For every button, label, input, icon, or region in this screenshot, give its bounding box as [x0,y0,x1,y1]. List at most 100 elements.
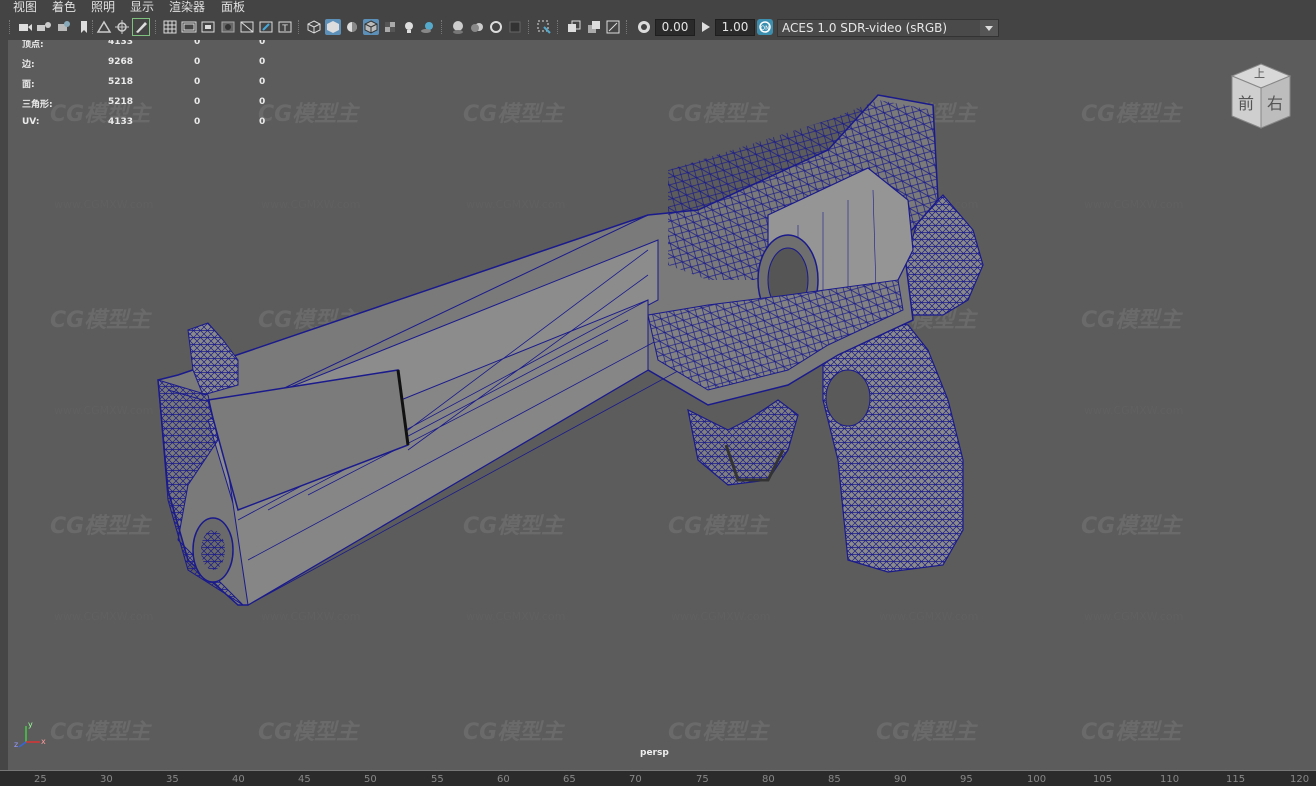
film-gate-icon[interactable] [181,19,197,35]
stat-label: 顶点: [22,40,44,50]
stat-value: 9268 [108,57,134,67]
toolbar-separator [626,20,629,34]
menu-bar: 视图 着色 照明 显示 渲染器 面板 [0,0,1316,14]
resolution-gate-icon[interactable] [200,19,216,35]
grease-pencil-icon[interactable] [114,19,130,35]
stat-value: 0 [194,117,201,127]
stat-row-triangles: 三角形: 5218 0 0 [22,97,322,111]
wireframe-on-shaded-icon[interactable] [363,19,379,35]
view-transform-dropdown[interactable]: ACES 1.0 SDR-video (sRGB) [777,19,999,37]
axis-z-label: z [14,740,19,749]
ruler-tick: 60 [497,774,510,785]
stat-value: 4133 [108,40,134,47]
exposure-icon[interactable] [636,19,652,35]
bookmark-camera-icon[interactable] [56,19,72,35]
stat-label: 面: [22,80,35,90]
stat-value: 0 [194,77,201,87]
3d-viewport[interactable]: CG模型主 CG模型主 CG模型主 CG模型主 CG模型主 CG模型主 CG模型… [8,40,1316,770]
default-material-icon[interactable] [344,19,360,35]
ruler-tick: 115 [1226,774,1246,785]
stat-value: 0 [259,40,266,47]
stat-value: 0 [194,97,201,107]
chevron-down-icon[interactable] [980,20,998,36]
viewport-toolbar: T 0.00 1.00 ON ACES 1.0 SDR-video (sRGB) [0,14,1316,41]
toolbar-separator [441,20,444,34]
stat-row-vertices: 顶点: 4133 0 0 [22,40,322,51]
gamma-icon[interactable] [698,19,714,35]
time-slider-ruler[interactable]: 25 30 35 40 45 50 55 60 65 70 75 80 85 9… [0,770,1316,786]
view-transform-label: ACES 1.0 SDR-video (sRGB) [782,21,948,35]
stat-value: 0 [259,57,266,67]
ruler-tick: 40 [232,774,245,785]
depth-of-field-icon[interactable] [507,19,523,35]
menu-renderer[interactable]: 渲染器 [169,0,205,14]
color-management-toggle-icon[interactable]: ON [757,19,773,35]
exposure-field[interactable]: 0.00 [655,19,695,36]
isolate-select-icon[interactable] [536,19,552,35]
ruler-tick: 30 [100,774,113,785]
stat-row-edges: 边: 9268 0 0 [22,57,322,71]
stat-value: 5218 [108,77,134,87]
ruler-tick: 50 [364,774,377,785]
menu-view[interactable]: 视图 [13,0,37,14]
viewcube-front-face[interactable]: 前 [1238,90,1254,114]
ruler-tick: 25 [34,774,47,785]
stat-value: 0 [259,117,266,127]
field-chart-icon[interactable] [239,19,255,35]
stat-row-uvs: UV: 4133 0 0 [22,117,322,131]
toolbar-separator [92,20,95,34]
menu-shading[interactable]: 着色 [52,0,76,14]
toolbar-separator [528,20,531,34]
menu-show[interactable]: 显示 [130,0,154,14]
select-camera-icon[interactable] [17,19,33,35]
grid-icon[interactable] [162,19,178,35]
shadows-icon[interactable] [420,19,436,35]
camera-attributes-icon[interactable] [36,19,52,35]
textured-icon[interactable] [382,19,398,35]
axis-y-label: y [28,720,33,729]
stat-label: 边: [22,60,35,70]
gate-mask-icon[interactable] [220,19,236,35]
xray-components-icon[interactable] [605,19,621,35]
wireframe-icon[interactable] [306,19,322,35]
revolver-wireframe-model[interactable] [8,40,1316,770]
ruler-tick: 55 [431,774,444,785]
camera-name-label: persp [640,748,669,758]
ruler-tick: 100 [1027,774,1047,785]
motion-blur-icon[interactable] [469,19,485,35]
safe-action-icon[interactable] [258,19,274,35]
svg-text:T: T [281,24,288,34]
2d-pan-zoom-icon[interactable] [96,19,112,35]
ruler-tick: 70 [629,774,642,785]
stat-value: 0 [259,97,266,107]
image-plane-icon[interactable] [76,19,92,35]
anti-aliasing-icon[interactable] [488,19,504,35]
ruler-tick: 35 [166,774,179,785]
stat-value: 5218 [108,97,134,107]
ruler-tick: 65 [563,774,576,785]
use-all-lights-icon[interactable] [401,19,417,35]
viewcube[interactable]: 上 前 右 [1226,60,1296,132]
stat-label: 三角形: [22,100,53,110]
screen-space-ao-icon[interactable] [450,19,466,35]
stat-value: 0 [259,77,266,87]
xray-joints-icon[interactable] [586,19,602,35]
smooth-shade-icon[interactable] [325,19,341,35]
ruler-tick: 45 [298,774,311,785]
menu-lighting[interactable]: 照明 [91,0,115,14]
ruler-tick: 85 [828,774,841,785]
menu-panels[interactable]: 面板 [221,0,245,14]
svg-text:ON: ON [760,25,769,32]
grease-pen-active-icon[interactable] [132,18,150,36]
stat-value: 0 [194,40,201,47]
xray-icon[interactable] [566,19,582,35]
safe-title-icon[interactable]: T [277,19,293,35]
stat-row-faces: 面: 5218 0 0 [22,77,322,91]
axis-gizmo: y x z [14,720,48,750]
viewcube-right-face[interactable]: 右 [1267,90,1283,114]
stat-label: UV: [22,117,40,127]
ruler-tick: 80 [762,774,775,785]
viewcube-top-face[interactable]: 上 [1254,65,1265,81]
stat-value: 0 [194,57,201,67]
gamma-field[interactable]: 1.00 [715,19,755,36]
